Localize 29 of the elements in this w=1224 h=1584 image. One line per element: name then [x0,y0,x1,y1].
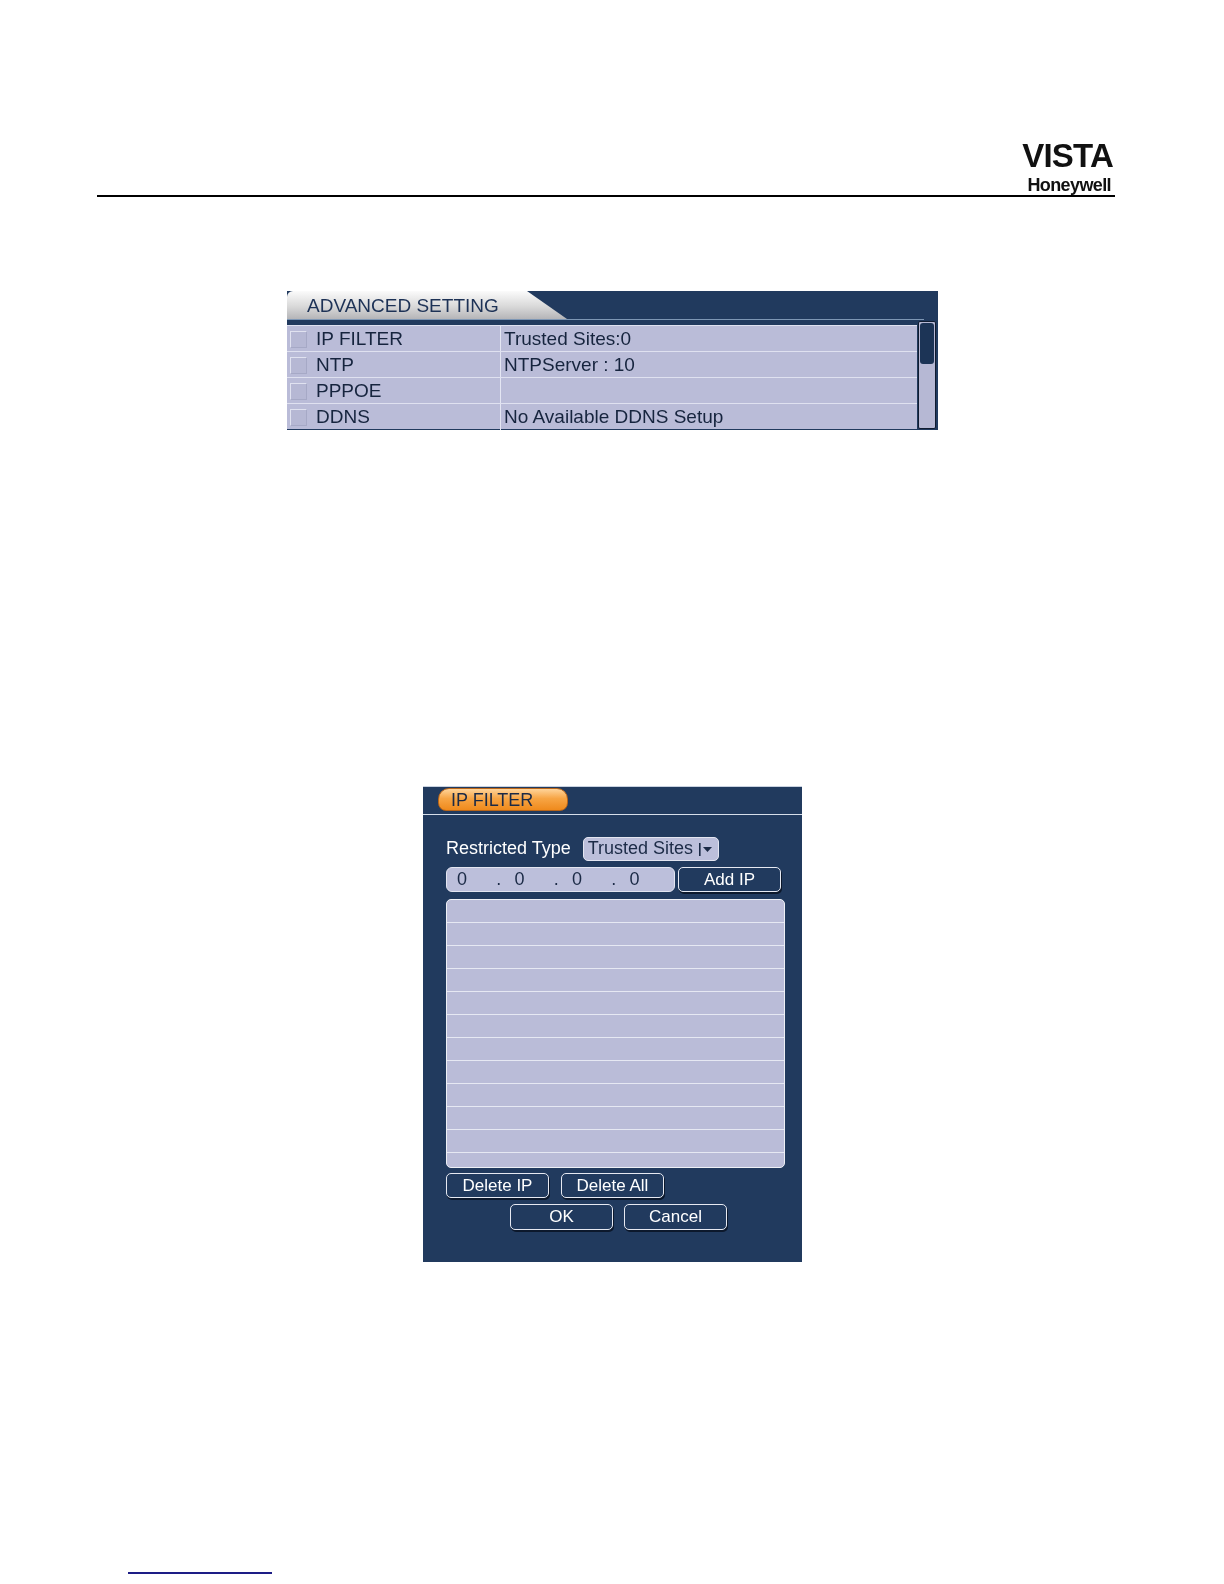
scrollbar-thumb[interactable] [920,323,934,364]
delete-ip-button[interactable]: Delete IP [446,1173,549,1198]
add-ip-button[interactable]: Add IP [678,867,781,892]
checkbox[interactable] [290,330,307,348]
logo-title: VISTA [1022,141,1113,171]
delete-all-button[interactable]: Delete All [561,1173,664,1198]
setting-name: PPPOE [315,379,383,403]
ip-address-field[interactable]: 0 . 0 . 0 . 0 [446,867,675,892]
setting-value: No Available DDNS Setup [500,404,917,430]
ok-button[interactable]: OK [510,1204,613,1230]
checkbox[interactable] [290,382,307,400]
settings-row[interactable]: IP FILTER Trusted Sites:0 [287,325,917,351]
setting-name: NTP [315,353,355,377]
checkbox[interactable] [290,408,307,426]
settings-row[interactable]: DDNS No Available DDNS Setup [287,403,917,429]
logo-subtitle: Honeywell [1027,175,1111,195]
setting-name: DDNS [315,405,371,429]
scrollbar-track[interactable] [918,321,936,429]
ip-list[interactable] [446,899,785,1168]
setting-name: IP FILTER [315,327,404,351]
restricted-type-dropdown[interactable]: Trusted Sites [582,836,719,861]
cancel-button[interactable]: Cancel [624,1204,727,1230]
checkbox[interactable] [290,356,307,374]
dialog-title: IP FILTER [438,788,568,811]
settings-row[interactable]: NTP NTPServer : 10 [287,351,917,377]
panel-title: ADVANCED SETTING [287,291,567,319]
restricted-type-label: Restricted Type [446,838,571,859]
caret-icon [698,840,714,857]
settings-row[interactable]: PPPOE [287,377,917,403]
